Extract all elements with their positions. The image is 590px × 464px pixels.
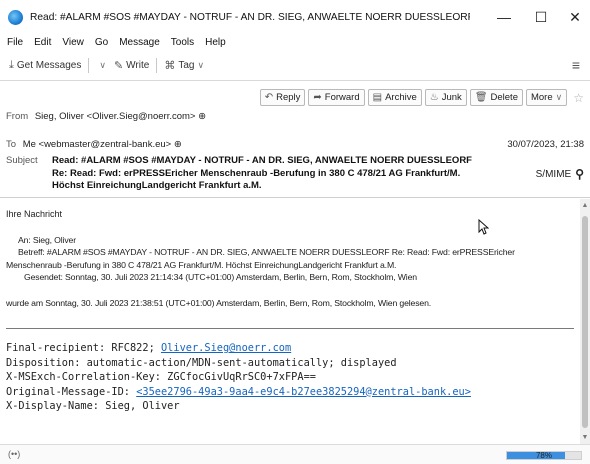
subject-row: Subject Read: #ALARM #SOS #MAYDAY - NOTR… (6, 155, 486, 193)
thunderbird-app-icon (8, 9, 23, 25)
main-toolbar: ⤓ Get Messages ∨ ✎ Write ⌘ Tag ∨ ≡ (0, 52, 590, 78)
chevron-down-icon: ∨ (99, 59, 106, 70)
chevron-down-icon: ∨ (197, 59, 205, 70)
junk-label: Junk (441, 92, 462, 103)
pencil-icon: ✎ (113, 59, 124, 72)
smime-label: S/MIME (535, 168, 572, 180)
certificate-icon: ⚲ (575, 167, 584, 181)
final-recipient-link[interactable]: Oliver.Sieg@noerr.com (161, 342, 291, 354)
to-line: An: Sieg, Oliver (18, 235, 76, 245)
final-recipient-line: Final-recipient: RFC822; Oliver.Sieg@noe… (6, 341, 574, 356)
reply-icon: ↶ (264, 92, 274, 103)
archive-icon: ▤ (372, 92, 383, 103)
menu-view[interactable]: View (62, 37, 84, 48)
tag-button[interactable]: ⌘ Tag ∨ (160, 55, 208, 75)
app-menu-hamburger-icon[interactable]: ≡ (572, 57, 580, 73)
trash-icon: 🗑︎ (474, 92, 488, 103)
from-value[interactable]: Sieg, Oliver <Oliver.Sieg@noerr.com> (35, 111, 196, 122)
subject-line: Betreff: #ALARM #SOS #MAYDAY - NOTRUF - … (18, 247, 515, 258)
delete-button[interactable]: 🗑︎ Delete (469, 89, 523, 106)
from-label: From (6, 111, 29, 122)
to-row: To Me <webmaster@zentral-bank.eu> ⊕ (6, 139, 182, 150)
message-header-pane: ↶ Reply ➦ Forward ▤ Archive ♨ Junk 🗑︎ De… (0, 80, 590, 198)
to-value[interactable]: Me <webmaster@zentral-bank.eu> (23, 139, 172, 150)
reply-label: Reply (276, 92, 301, 103)
toolbar-divider (156, 57, 158, 73)
title-bar: Read: #ALARM #SOS #MAYDAY - NOTRUF - AN … (0, 0, 590, 34)
get-messages-label: Get Messages (16, 59, 82, 71)
disposition-line: Disposition: automatic-action/MDN-sent-a… (6, 356, 397, 369)
mouse-pointer-icon (478, 219, 489, 235)
read-receipt-report: An: Sieg, Oliver Betreff: #ALARM #SOS #M… (6, 234, 574, 283)
scroll-down-arrow-icon[interactable]: ▼ (580, 433, 590, 443)
menu-file[interactable]: File (7, 37, 23, 48)
intro-text: Ihre Nachricht (6, 209, 63, 219)
from-row: From Sieg, Oliver <Oliver.Sieg@noerr.com… (6, 111, 206, 122)
subject-line-continued: Menschenraub -Berufung in 380 C 478/21 A… (6, 259, 397, 270)
write-label: Write (126, 59, 150, 71)
message-body: Ihre Nachricht An: Sieg, Oliver Betreff:… (0, 199, 580, 444)
sent-line: Gesendet: Sonntag, 30. Juli 2023 21:14:3… (24, 271, 417, 282)
menu-go[interactable]: Go (95, 37, 108, 48)
star-icon[interactable]: ☆ (573, 91, 584, 105)
junk-button[interactable]: ♨ Junk (424, 89, 467, 106)
body-scrollbar-thumb[interactable] (582, 216, 588, 428)
original-message-id-line: Original-Message-ID: <35ee2796-49a3-9aa4… (6, 385, 574, 400)
scroll-up-arrow-icon[interactable]: ▲ (580, 201, 590, 211)
delete-label: Delete (490, 92, 518, 103)
write-button[interactable]: ✎ Write (110, 55, 153, 75)
archive-label: Archive (385, 92, 417, 103)
status-bar: (••) 78% (0, 444, 590, 464)
contact-icon[interactable]: ⊕ (174, 139, 182, 150)
more-label: More (530, 92, 553, 103)
get-messages-button[interactable]: ⤓ Get Messages (5, 55, 85, 75)
original-message-id-label: Original-Message-ID: (6, 385, 137, 398)
get-messages-dropdown[interactable]: ∨ (92, 55, 110, 75)
menu-message[interactable]: Message (119, 37, 160, 48)
to-label: To (6, 139, 17, 150)
archive-button[interactable]: ▤ Archive (367, 89, 422, 106)
mdn-block: Final-recipient: RFC822; Oliver.Sieg@noe… (6, 341, 574, 414)
final-recipient-label: Final-recipient: RFC822; (6, 342, 161, 355)
close-button[interactable]: ✕ (553, 0, 590, 34)
message-actions: ↶ Reply ➦ Forward ▤ Archive ♨ Junk 🗑︎ De… (257, 89, 584, 106)
forward-button[interactable]: ➦ Forward (308, 89, 365, 106)
toolbar-divider (88, 57, 90, 73)
forward-label: Forward (324, 92, 360, 103)
subject-label: Subject (6, 155, 38, 166)
menu-help[interactable]: Help (205, 37, 226, 48)
subject-text: Read: #ALARM #SOS #MAYDAY - NOTRUF - AN … (52, 155, 472, 191)
menu-edit[interactable]: Edit (34, 37, 51, 48)
read-line: wurde am Sonntag, 30. Juli 2023 21:38:51… (6, 298, 432, 309)
correlation-line: X-MSExch-Correlation-Key: ZGCfocGivUqRrS… (6, 371, 316, 384)
menu-bar: File Edit View Go Message Tools Help (0, 34, 590, 51)
reply-button[interactable]: ↶ Reply (259, 89, 306, 106)
window-title: Read: #ALARM #SOS #MAYDAY - NOTRUF - AN … (30, 11, 470, 23)
contact-icon[interactable]: ⊕ (198, 111, 206, 122)
connection-status-icon: (••) (8, 449, 21, 459)
display-name-line: X-Display-Name: Sieg, Oliver (6, 400, 180, 413)
tag-icon: ⌘ (164, 59, 176, 72)
mdn-divider (6, 328, 574, 330)
forward-icon: ➦ (313, 92, 322, 103)
progress-text: 78% (535, 451, 552, 460)
smime-indicator[interactable]: S/MIME ⚲ (536, 167, 584, 181)
loading-progress-bar: 78% (506, 451, 582, 460)
message-date: 30/07/2023, 21:38 (507, 139, 584, 150)
tag-label: Tag (178, 59, 195, 71)
more-button[interactable]: More ∨ (525, 89, 568, 106)
inbox-download-icon: ⤓ (9, 58, 14, 71)
chevron-down-icon: ∨ (555, 92, 563, 102)
original-message-id-link[interactable]: <35ee2796-49a3-9aa4-e9c4-b27ee3825294@ze… (136, 386, 471, 398)
menu-tools[interactable]: Tools (171, 37, 194, 48)
junk-flame-icon: ♨ (429, 92, 439, 103)
